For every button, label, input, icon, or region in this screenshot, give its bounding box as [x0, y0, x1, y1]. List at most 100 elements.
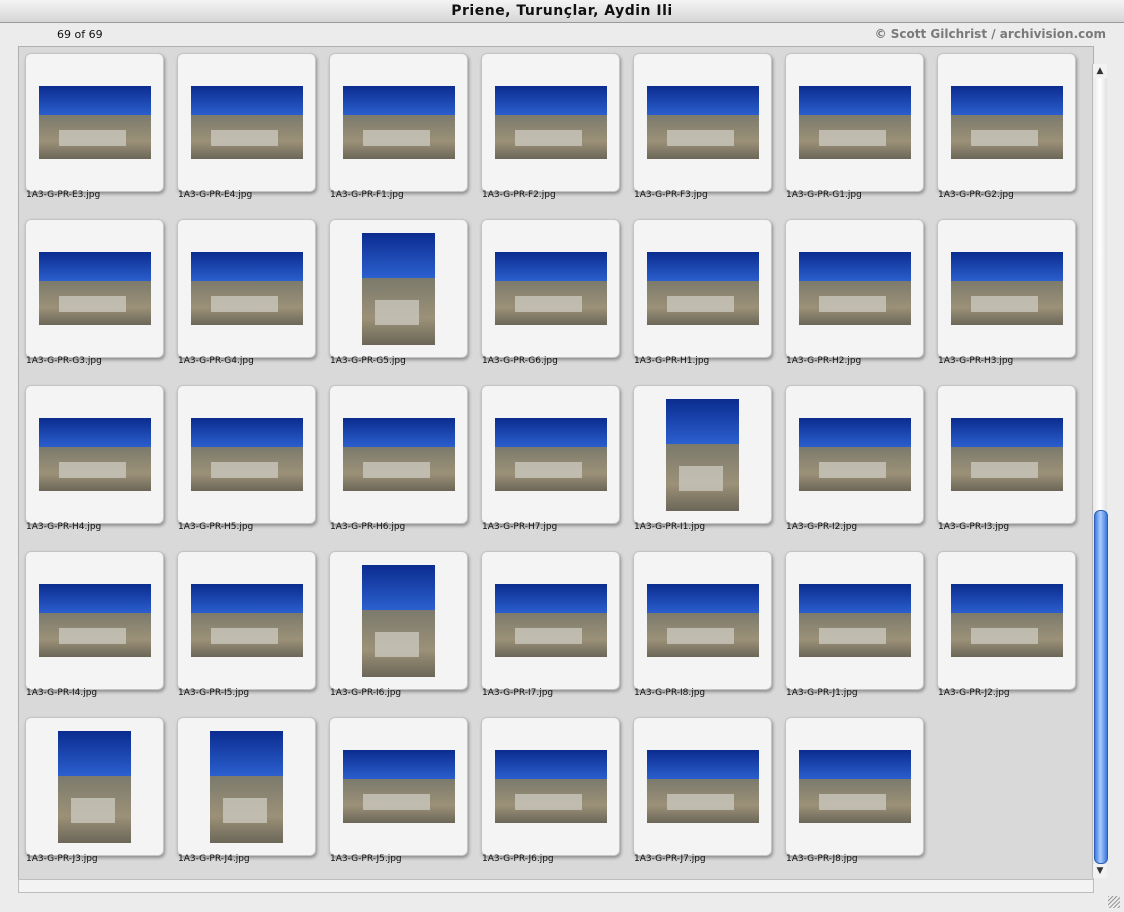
slide-frame[interactable]	[633, 717, 772, 856]
thumbnail-item[interactable]: 1A3-G-PR-I2.jpg	[779, 379, 931, 545]
thumbnail-item[interactable]: 1A3-G-PR-H4.jpg	[19, 379, 171, 545]
photo-thumbnail[interactable]	[951, 418, 1063, 491]
slide-frame[interactable]	[785, 551, 924, 690]
thumbnail-item[interactable]: 1A3-G-PR-G5.jpg	[323, 213, 475, 379]
slide-frame[interactable]	[633, 219, 772, 358]
slide-frame[interactable]	[937, 53, 1076, 192]
thumbnail-item[interactable]: 1A3-G-PR-J2.jpg	[931, 545, 1083, 711]
photo-thumbnail[interactable]	[58, 731, 131, 843]
thumbnail-item[interactable]: 1A3-G-PR-E4.jpg	[171, 47, 323, 213]
photo-thumbnail[interactable]	[343, 750, 455, 823]
photo-thumbnail[interactable]	[343, 86, 455, 159]
photo-thumbnail[interactable]	[799, 418, 911, 491]
photo-thumbnail[interactable]	[191, 252, 303, 325]
thumbnail-item[interactable]: 1A3-G-PR-J7.jpg	[627, 711, 779, 877]
photo-thumbnail[interactable]	[799, 750, 911, 823]
thumbnail-item[interactable]: 1A3-G-PR-J3.jpg	[19, 711, 171, 877]
thumbnail-item[interactable]: 1A3-G-PR-I7.jpg	[475, 545, 627, 711]
thumbnail-item[interactable]: 1A3-G-PR-G1.jpg	[779, 47, 931, 213]
vertical-scrollbar[interactable]: ▲ ▼	[1092, 64, 1108, 878]
photo-thumbnail[interactable]	[343, 418, 455, 491]
thumbnail-item[interactable]: 1A3-G-PR-H2.jpg	[779, 213, 931, 379]
slide-frame[interactable]	[481, 717, 620, 856]
slide-frame[interactable]	[177, 219, 316, 358]
thumbnail-item[interactable]: 1A3-G-PR-G6.jpg	[475, 213, 627, 379]
slide-frame[interactable]	[481, 385, 620, 524]
slide-frame[interactable]	[329, 717, 468, 856]
photo-thumbnail[interactable]	[666, 399, 739, 511]
slide-frame[interactable]	[937, 551, 1076, 690]
photo-thumbnail[interactable]	[191, 86, 303, 159]
photo-thumbnail[interactable]	[951, 86, 1063, 159]
photo-thumbnail[interactable]	[495, 750, 607, 823]
slide-frame[interactable]	[633, 385, 772, 524]
thumbnail-item[interactable]: 1A3-G-PR-G2.jpg	[931, 47, 1083, 213]
thumbnail-item[interactable]: 1A3-G-PR-F1.jpg	[323, 47, 475, 213]
thumbnail-item[interactable]: 1A3-G-PR-I6.jpg	[323, 545, 475, 711]
slide-frame[interactable]	[25, 219, 164, 358]
slide-frame[interactable]	[329, 53, 468, 192]
thumbnail-item[interactable]: 1A3-G-PR-F3.jpg	[627, 47, 779, 213]
photo-thumbnail[interactable]	[39, 252, 151, 325]
slide-frame[interactable]	[937, 385, 1076, 524]
thumbnail-item[interactable]: 1A3-G-PR-J4.jpg	[171, 711, 323, 877]
slide-frame[interactable]	[25, 385, 164, 524]
slide-frame[interactable]	[329, 385, 468, 524]
photo-thumbnail[interactable]	[799, 86, 911, 159]
photo-thumbnail[interactable]	[495, 418, 607, 491]
arrow-down-icon[interactable]: ▼	[1093, 864, 1107, 878]
thumbnail-item[interactable]: 1A3-G-PR-G4.jpg	[171, 213, 323, 379]
slide-frame[interactable]	[633, 53, 772, 192]
thumbnail-item[interactable]: 1A3-G-PR-G3.jpg	[19, 213, 171, 379]
slide-frame[interactable]	[25, 717, 164, 856]
photo-thumbnail[interactable]	[647, 252, 759, 325]
photo-thumbnail[interactable]	[495, 584, 607, 657]
slide-frame[interactable]	[481, 53, 620, 192]
photo-thumbnail[interactable]	[210, 731, 283, 843]
photo-thumbnail[interactable]	[362, 233, 435, 345]
slide-frame[interactable]	[329, 219, 468, 358]
photo-thumbnail[interactable]	[39, 86, 151, 159]
photo-thumbnail[interactable]	[799, 252, 911, 325]
thumbnail-item[interactable]: 1A3-G-PR-F2.jpg	[475, 47, 627, 213]
photo-thumbnail[interactable]	[951, 252, 1063, 325]
slide-frame[interactable]	[633, 551, 772, 690]
thumbnail-item[interactable]: 1A3-G-PR-J6.jpg	[475, 711, 627, 877]
thumbnail-item[interactable]: 1A3-G-PR-I1.jpg	[627, 379, 779, 545]
slide-frame[interactable]	[177, 53, 316, 192]
photo-thumbnail[interactable]	[191, 418, 303, 491]
slide-frame[interactable]	[25, 53, 164, 192]
photo-thumbnail[interactable]	[495, 252, 607, 325]
slide-frame[interactable]	[785, 219, 924, 358]
arrow-up-icon[interactable]: ▲	[1093, 64, 1107, 78]
photo-thumbnail[interactable]	[647, 750, 759, 823]
thumbnail-item[interactable]: 1A3-G-PR-H7.jpg	[475, 379, 627, 545]
photo-thumbnail[interactable]	[951, 584, 1063, 657]
thumbnail-item[interactable]: 1A3-G-PR-H5.jpg	[171, 379, 323, 545]
photo-thumbnail[interactable]	[362, 565, 435, 677]
thumbnail-item[interactable]: 1A3-G-PR-I3.jpg	[931, 379, 1083, 545]
slide-frame[interactable]	[481, 551, 620, 690]
slide-frame[interactable]	[177, 551, 316, 690]
thumbnail-item[interactable]: 1A3-G-PR-E3.jpg	[19, 47, 171, 213]
photo-thumbnail[interactable]	[495, 86, 607, 159]
photo-thumbnail[interactable]	[799, 584, 911, 657]
slide-frame[interactable]	[785, 53, 924, 192]
slide-frame[interactable]	[25, 551, 164, 690]
resize-grip-icon[interactable]	[1108, 896, 1120, 908]
thumbnail-item[interactable]: 1A3-G-PR-H3.jpg	[931, 213, 1083, 379]
slide-frame[interactable]	[937, 219, 1076, 358]
thumbnail-item[interactable]: 1A3-G-PR-J8.jpg	[779, 711, 931, 877]
thumbnail-item[interactable]: 1A3-G-PR-I4.jpg	[19, 545, 171, 711]
photo-thumbnail[interactable]	[39, 584, 151, 657]
horizontal-scrollbar[interactable]	[18, 879, 1094, 893]
slide-frame[interactable]	[481, 219, 620, 358]
thumbnail-item[interactable]: 1A3-G-PR-I8.jpg	[627, 545, 779, 711]
thumbnail-item[interactable]: 1A3-G-PR-H6.jpg	[323, 379, 475, 545]
slide-frame[interactable]	[329, 551, 468, 690]
slide-frame[interactable]	[177, 385, 316, 524]
slide-frame[interactable]	[785, 385, 924, 524]
photo-thumbnail[interactable]	[191, 584, 303, 657]
photo-thumbnail[interactable]	[647, 584, 759, 657]
thumbnail-item[interactable]: 1A3-G-PR-J5.jpg	[323, 711, 475, 877]
